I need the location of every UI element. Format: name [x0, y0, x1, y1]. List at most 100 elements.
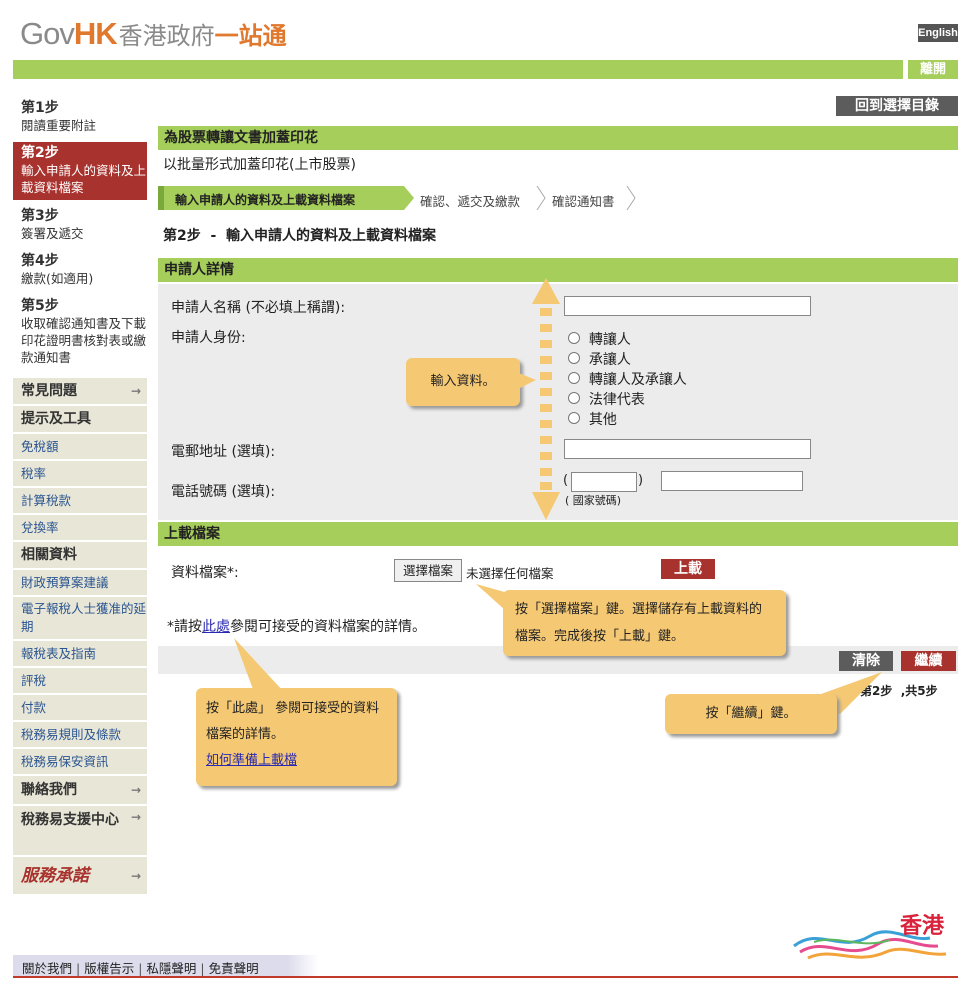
callout-text: 輸入資料。 — [430, 374, 496, 389]
footer-red-line — [13, 976, 958, 978]
arrow-icon: → — [130, 783, 141, 797]
note-prefix: *請按 — [167, 619, 202, 635]
step-desc: 閱讀重要附註 — [21, 118, 97, 133]
menu-label: 稅務易支援中心 — [21, 812, 119, 828]
menu-calculate-tax[interactable]: 計算稅款 — [13, 488, 147, 514]
step-4: 第4步 繳款(如適用) — [13, 253, 147, 293]
radio-label: 承讓人 — [588, 352, 631, 368]
radio-option[interactable]: 轉讓人 — [568, 330, 687, 350]
identity-radio-group: 轉讓人 承讓人 轉讓人及承讓人 法律代表 其他 — [568, 330, 687, 430]
logout-button[interactable]: 離開 — [908, 60, 958, 79]
step-desc: 收取確認通知書及下載印花證明書核對表或繳款通知書 — [21, 316, 147, 365]
arrow-icon: → — [130, 869, 141, 883]
menu-security[interactable]: 稅務易保安資訊 — [13, 749, 147, 775]
menu-label: 評稅 — [21, 673, 47, 688]
menu-payment[interactable]: 付款 — [13, 695, 147, 721]
footer-copyright-link[interactable]: 版權告示 — [84, 961, 134, 976]
menu-contact-us[interactable]: 聯絡我們 → — [13, 776, 147, 805]
step-title: 第2步 — [21, 145, 59, 161]
step-desc: 繳款(如適用) — [21, 271, 94, 286]
note-suffix: 參閱可接受的資料檔案的詳情。 — [230, 619, 426, 635]
breadcrumb-current-step: 輸入申請人的資料及上載資料檔案 — [175, 193, 356, 207]
menu-label: 相關資料 — [21, 547, 77, 563]
menu-tax-returns[interactable]: 報稅表及指南 — [13, 641, 147, 667]
footer-about-link[interactable]: 關於我們 — [22, 961, 72, 976]
breadcrumb-step: 確認、遞交及繳款 — [420, 194, 521, 209]
logo-gov-text: Gov — [20, 16, 75, 51]
menu-tips-tools[interactable]: 提示及工具 — [13, 406, 147, 433]
menu-allowances[interactable]: 免稅額 — [13, 434, 147, 460]
callout-pointer — [234, 638, 284, 692]
menu-exchange-rate[interactable]: 兌換率 — [13, 515, 147, 541]
brand-hong-kong-logo: 香港 — [790, 906, 960, 966]
menu-label: 財政預算案建議 — [21, 575, 109, 590]
upload-button[interactable]: 上載 — [661, 559, 715, 579]
continue-button[interactable]: 繼續 — [901, 651, 956, 671]
radio-label: 轉讓人及承讓人 — [588, 372, 687, 388]
page-subtitle: 以批量形式加蓋印花(上市股票) — [163, 157, 356, 173]
radio-label: 其他 — [588, 412, 617, 428]
applicant-name-label: 申請人名稱 (不必填上稱謂): — [171, 300, 346, 316]
footer-disclaimer-link[interactable]: 免責聲明 — [209, 961, 259, 976]
how-to-prepare-link[interactable]: 如何準備上載檔 — [206, 753, 297, 768]
menu-label: 稅務易規則及條款 — [21, 727, 122, 742]
step-title: 第3步 — [21, 208, 59, 224]
phone-label: 電話號碼 (選填): — [171, 484, 276, 500]
menu-faq[interactable]: 常見問題 → — [13, 378, 147, 405]
upload-panel — [158, 547, 958, 595]
menu-label: 報稅表及指南 — [21, 646, 97, 661]
data-file-label: 資料檔案*: — [171, 565, 239, 581]
country-code-paren-close: ) — [638, 473, 644, 488]
menu-label: 稅務易保安資訊 — [21, 754, 109, 769]
breadcrumb-step: 確認通知書 — [552, 194, 615, 209]
menu-label: 電子報稅人士獲准的延期 — [21, 601, 147, 634]
country-code-input[interactable] — [571, 472, 637, 492]
menu-related-info[interactable]: 相關資料 — [13, 542, 147, 569]
choose-file-button[interactable]: 選擇檔案 — [394, 559, 462, 582]
step-1: 第1步 閱讀重要附註 — [13, 100, 147, 140]
applicant-name-input[interactable] — [564, 296, 811, 316]
menu-support-centre[interactable]: 稅務易支援中心 → — [13, 806, 147, 856]
phone-number-input[interactable] — [661, 471, 803, 491]
govhk-logo[interactable]: Gov HK 香港政府 一站通 — [20, 16, 287, 51]
footer-privacy-link[interactable]: 私隱聲明 — [146, 961, 196, 976]
choose-file-callout: 按「選擇檔案」鍵。選擇儲存有上載資料的檔案。完成後按「上載」鍵。 — [503, 590, 786, 656]
menu-tax-rates[interactable]: 稅率 — [13, 461, 147, 487]
radio-label: 轉讓人 — [588, 332, 631, 348]
radio-label: 法律代表 — [588, 392, 645, 408]
radio-option[interactable]: 轉讓人及承讓人 — [568, 370, 687, 390]
arrow-icon: → — [130, 810, 141, 824]
step-3: 第3步 簽署及遞交 — [13, 208, 147, 248]
callout-pointer — [516, 372, 536, 390]
no-file-chosen-text: 未選擇任何檔案 — [466, 566, 554, 581]
radio-option[interactable]: 法律代表 — [568, 390, 687, 410]
section-title-bar: 為股票轉讓文書加蓋印花 — [158, 126, 958, 150]
english-language-button[interactable]: English — [918, 24, 958, 42]
menu-label: 提示及工具 — [21, 411, 91, 427]
menu-label: 兌換率 — [21, 520, 59, 535]
email-input[interactable] — [564, 439, 811, 459]
menu-assessment[interactable]: 評稅 — [13, 668, 147, 694]
footer-links: 關於我們 | 版權告示 | 私隱聲明 | 免責聲明 — [22, 961, 259, 976]
menu-label: 付款 — [21, 700, 47, 715]
brand-text: 香港 — [900, 914, 945, 939]
menu-service-pledge[interactable]: 服務承諾 → — [13, 857, 147, 895]
menu-extension[interactable]: 電子報稅人士獲准的延期 — [13, 597, 147, 640]
continue-callout: 按「繼續」鍵。 — [665, 694, 837, 734]
here-details-callout: 按「此處」 參閱可接受的資料檔案的詳情。 如何準備上載檔 — [196, 688, 397, 786]
step-5: 第5步 收取確認通知書及下載印花證明書核對表或繳款通知書 — [13, 298, 147, 370]
service-pledge-logo: 服務承諾 — [21, 866, 89, 886]
logo-zh-text: 香港政府 — [118, 22, 215, 50]
menu-terms[interactable]: 稅務易規則及條款 — [13, 722, 147, 748]
file-details-note: *請按此處參閱可接受的資料檔案的詳情。 — [167, 616, 426, 636]
menu-budget[interactable]: 財政預算案建議 — [13, 570, 147, 596]
here-link[interactable]: 此處 — [202, 619, 230, 635]
step-desc: 簽署及遞交 — [21, 226, 84, 241]
input-arrow-annotation — [532, 278, 560, 520]
callout-text: 按「選擇檔案」鍵。選擇儲存有上載資料的檔案。完成後按「上載」鍵。 — [515, 602, 763, 644]
back-to-menu-button[interactable]: 回到選擇目錄 — [836, 96, 958, 116]
radio-option[interactable]: 承讓人 — [568, 350, 687, 370]
input-data-callout: 輸入資料。 — [406, 358, 520, 406]
logo-one-stop-text: 一站通 — [214, 22, 287, 50]
radio-option[interactable]: 其他 — [568, 410, 687, 430]
